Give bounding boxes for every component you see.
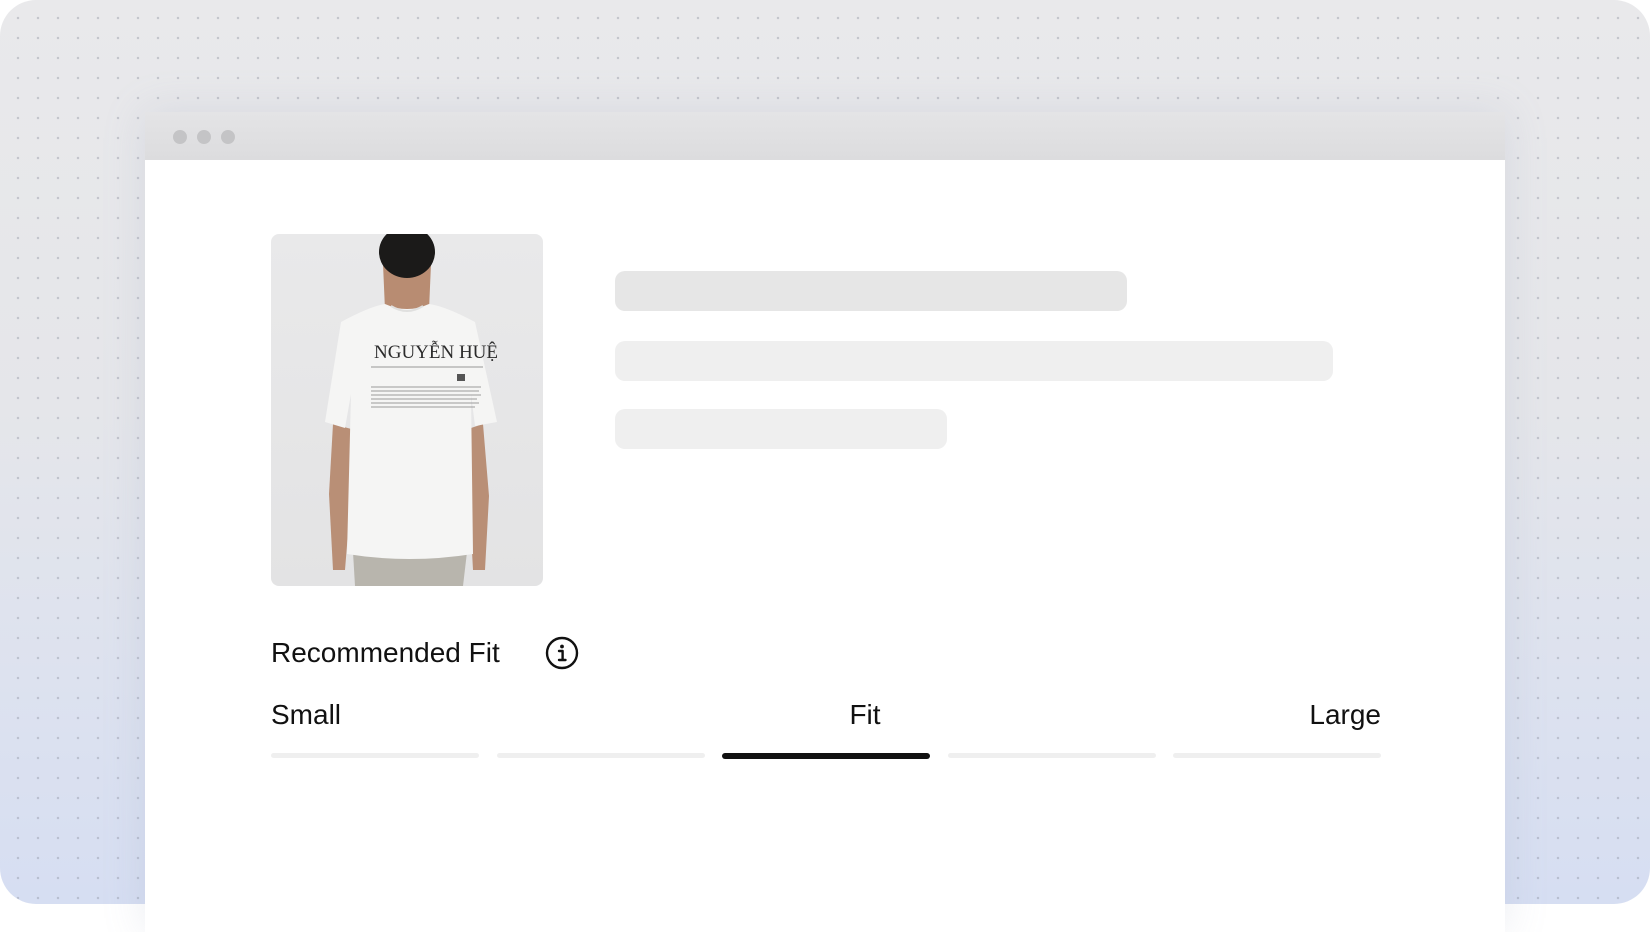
fit-label-fit: Fit (849, 699, 881, 730)
product-image: NGUYỄN HUỆ (271, 234, 543, 586)
fit-label-large: Large (1309, 699, 1381, 730)
window-titlebar (145, 112, 1505, 160)
info-icon[interactable] (545, 636, 579, 670)
window-control-dot[interactable] (197, 130, 211, 144)
skeleton-line-description (615, 341, 1333, 381)
fit-scale-segment (497, 753, 705, 758)
skeleton-line-price (615, 409, 947, 449)
fit-scale-segment (948, 753, 1156, 758)
browser-window: NGUYỄN HUỆ Recommended Fit Small Fit Lar… (145, 112, 1505, 932)
fit-scale-segment-selected (722, 753, 930, 759)
skeleton-line-title (615, 271, 1127, 311)
fit-scale-segment (1173, 753, 1381, 758)
fit-label-small: Small (271, 699, 342, 730)
recommended-fit-title: Recommended Fit (271, 637, 500, 668)
fit-scale-segment (271, 753, 479, 758)
window-control-dot[interactable] (221, 130, 235, 144)
shirt-print-text: NGUYỄN HUỆ (374, 341, 498, 363)
window-control-dot[interactable] (173, 130, 187, 144)
